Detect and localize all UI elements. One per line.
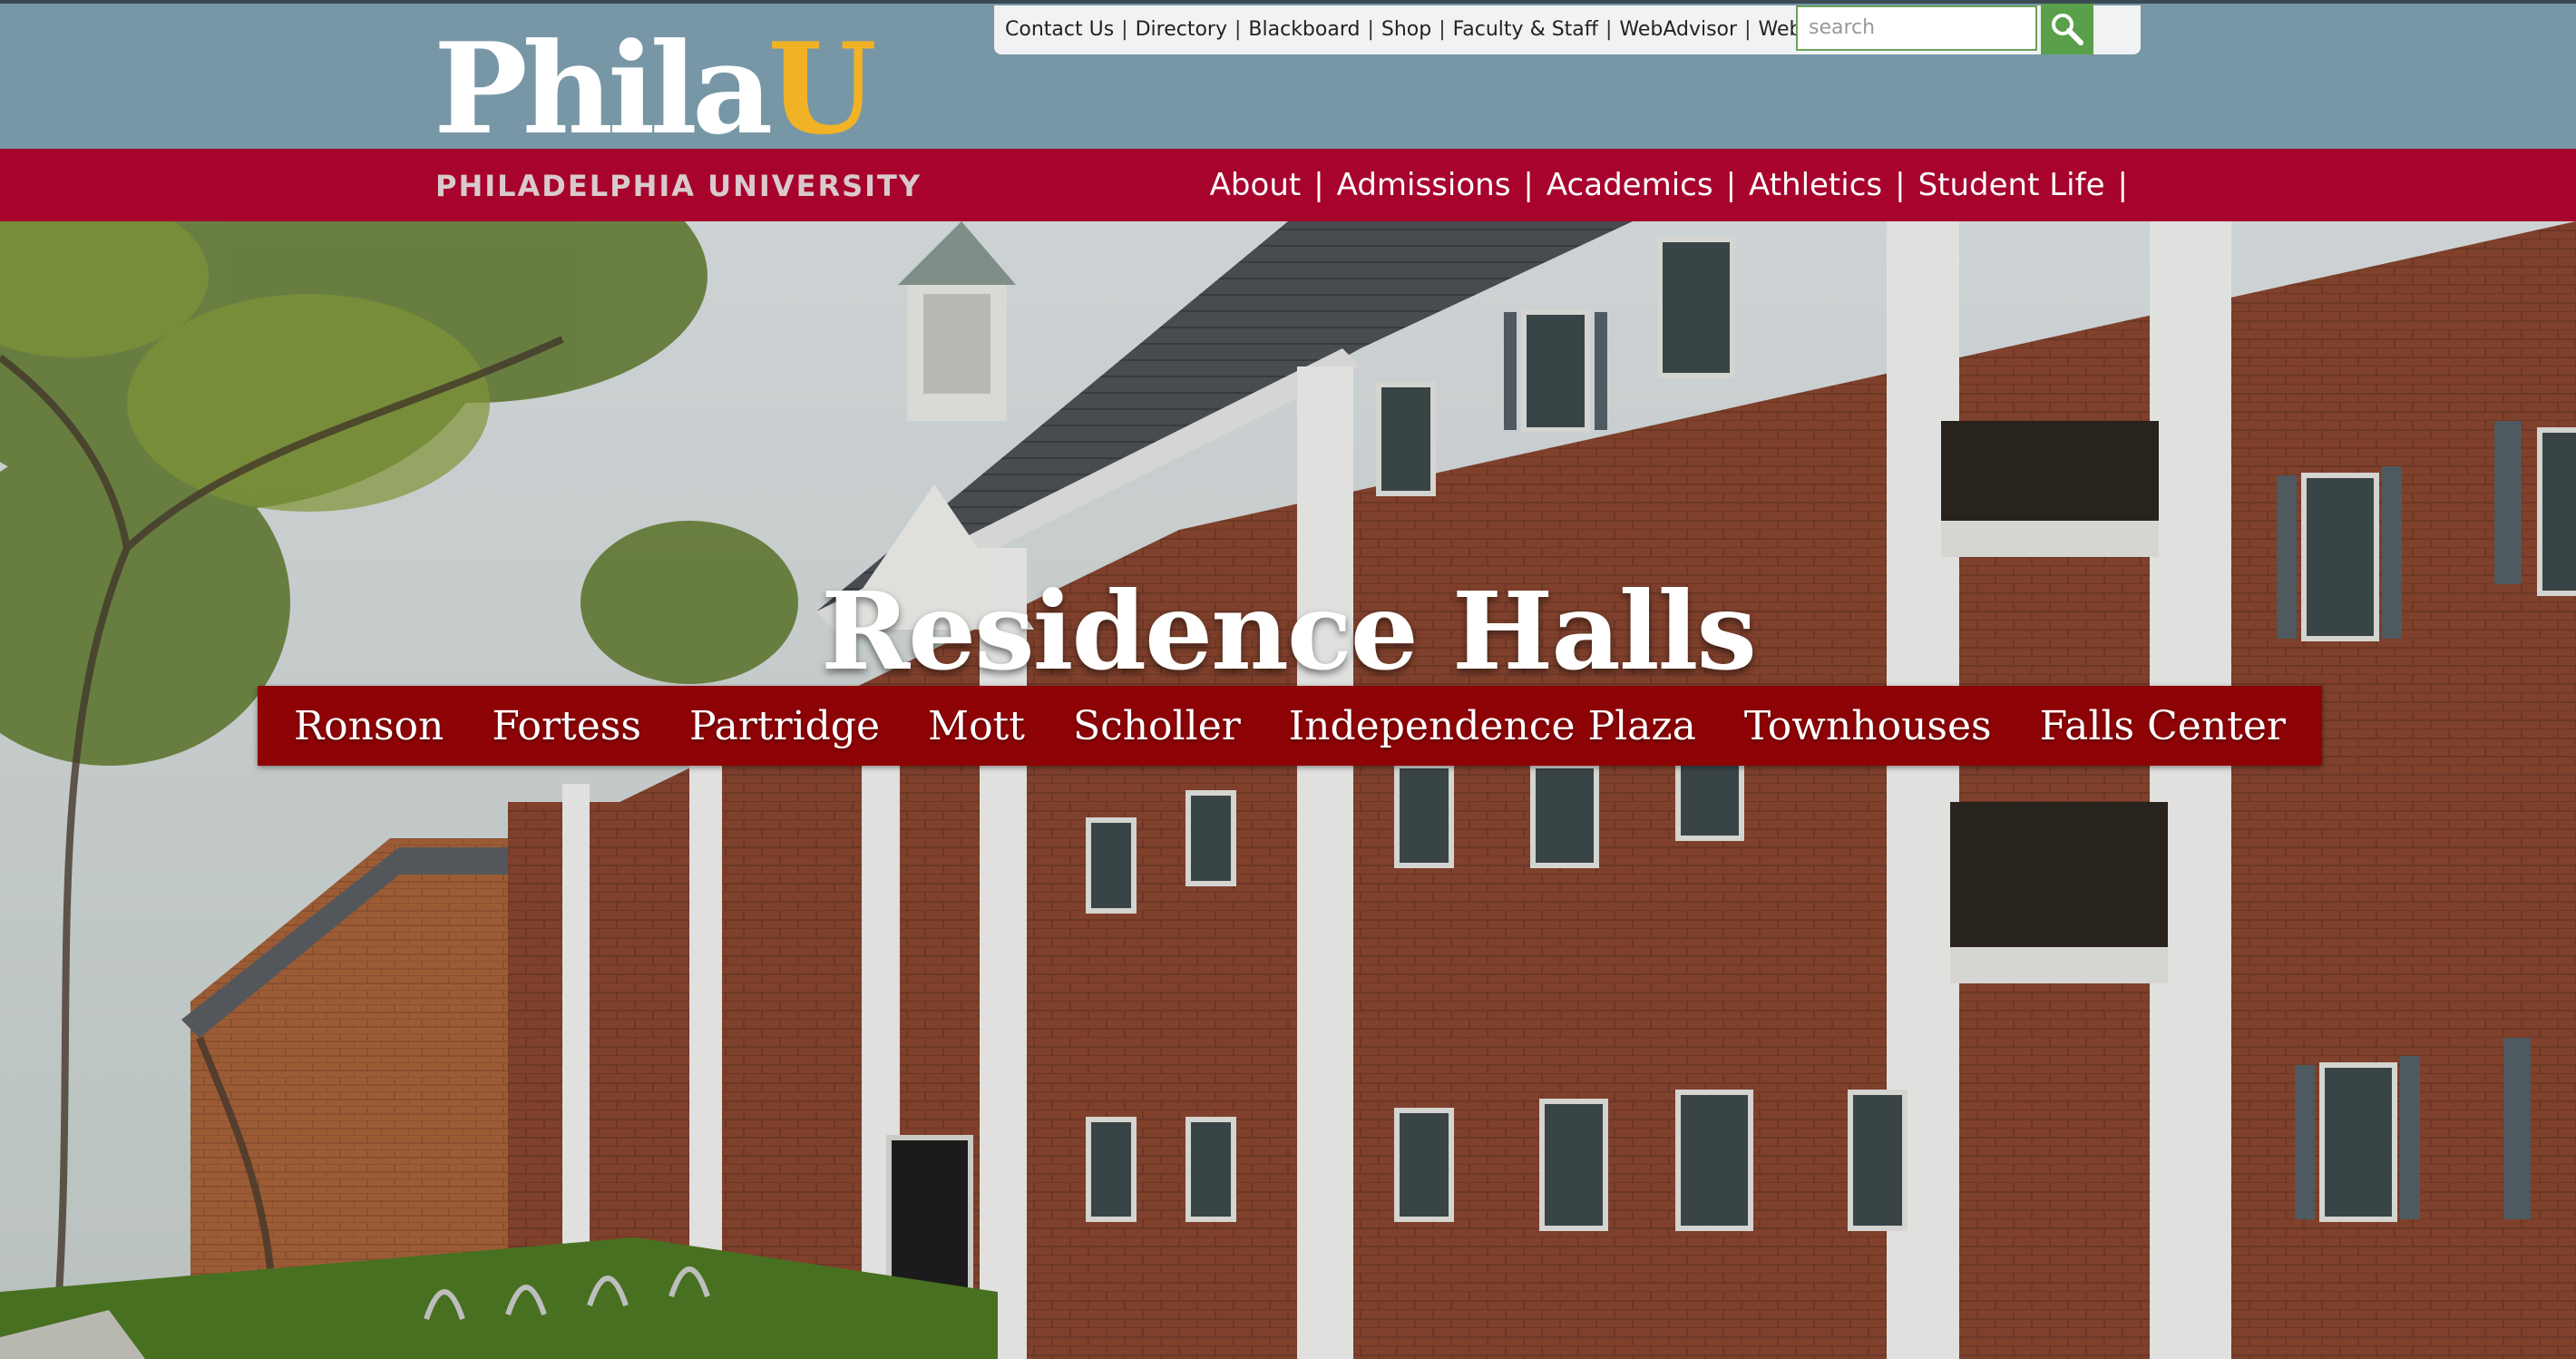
link-webadvisor[interactable]: WebAdvisor <box>1619 18 1737 41</box>
hall-link-partridge[interactable]: Partridge <box>689 703 880 749</box>
separator: | <box>1523 167 1534 203</box>
link-contact-us[interactable]: Contact Us <box>1005 18 1114 41</box>
logo-u: U <box>767 15 876 162</box>
separator: | <box>1895 167 1906 203</box>
university-name: PHILADELPHIA UNIVERSITY <box>435 169 922 203</box>
search-button[interactable] <box>2041 4 2093 54</box>
hall-link-independence-plaza[interactable]: Independence Plaza <box>1289 703 1696 749</box>
separator: | <box>1744 18 1751 41</box>
logo-phila: Phila <box>434 15 773 162</box>
hall-link-ronson[interactable]: Ronson <box>294 703 444 749</box>
utility-bar: Contact Us | Directory | Blackboard | Shop | Fac… <box>994 4 2141 54</box>
utility-links: Contact Us | Directory | Blackboard | Shop | Fac… <box>1005 18 1849 41</box>
main-nav: About | Admissions | Academics | Athletics | Stu… <box>1210 167 2141 203</box>
separator: | <box>1234 18 1242 41</box>
hall-link-mott[interactable]: Mott <box>928 703 1025 749</box>
page-title: Residence Halls <box>821 568 1757 694</box>
hall-link-scholler[interactable]: Scholler <box>1073 703 1241 749</box>
residence-hall-photo <box>0 221 2576 1359</box>
link-blackboard[interactable]: Blackboard <box>1248 18 1360 41</box>
magnifier-icon <box>2052 14 2083 45</box>
separator: | <box>1725 167 1737 203</box>
separator: | <box>1605 18 1613 41</box>
nav-admissions[interactable]: Admissions <box>1337 167 1511 203</box>
nav-about[interactable]: About <box>1210 167 1302 203</box>
hall-link-falls-center[interactable]: Falls Center <box>2040 703 2286 749</box>
link-faculty-staff[interactable]: Faculty & Staff <box>1453 18 1598 41</box>
residence-hall-nav: Ronson Fortess Partridge Mott Scholler I… <box>258 686 2322 766</box>
hall-link-townhouses[interactable]: Townhouses <box>1744 703 1992 749</box>
link-shop[interactable]: Shop <box>1381 18 1431 41</box>
separator: | <box>2117 167 2128 203</box>
separator: | <box>1313 167 1324 203</box>
search-input[interactable]: search <box>1796 5 2037 51</box>
hero-image: Residence Halls Ronson Fortess Partridge… <box>0 221 2576 1359</box>
separator: | <box>1439 18 1446 41</box>
nav-athletics[interactable]: Athletics <box>1749 167 1882 203</box>
link-directory[interactable]: Directory <box>1136 18 1227 41</box>
philau-logo[interactable]: PhilaU <box>434 25 914 152</box>
hall-link-fortess[interactable]: Fortess <box>492 703 641 749</box>
separator: | <box>1121 18 1128 41</box>
nav-student-life[interactable]: Student Life <box>1918 167 2105 203</box>
nav-academics[interactable]: Academics <box>1547 167 1713 203</box>
separator: | <box>1367 18 1374 41</box>
